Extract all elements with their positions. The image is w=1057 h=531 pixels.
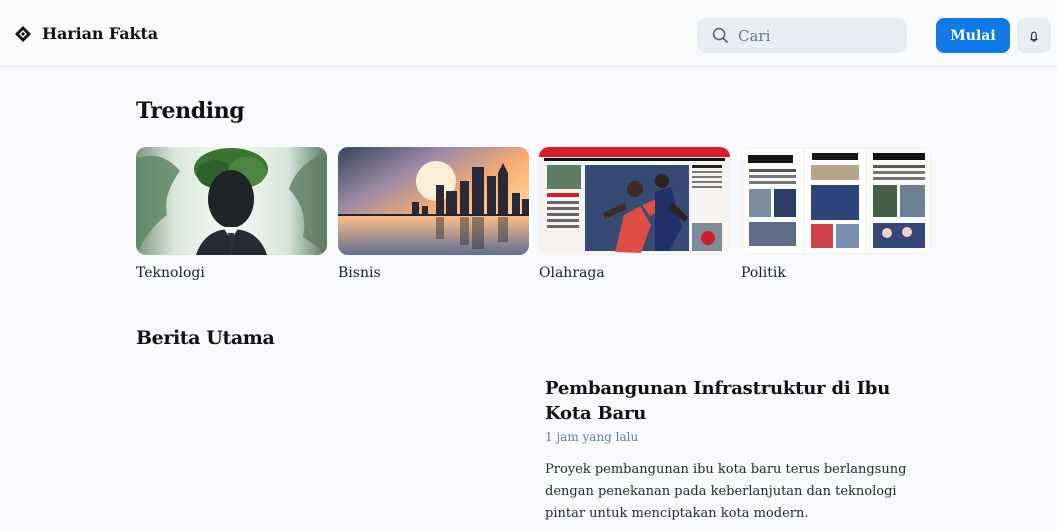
featured-story-summary: Proyek pembangunan ibu kota baru terus b… <box>545 462 907 521</box>
business-thumbnail <box>338 147 529 255</box>
bell-icon <box>1030 30 1038 42</box>
search-icon <box>712 27 729 44</box>
featured-story-time: 1 jam yang lalu <box>545 430 639 444</box>
start-button[interactable]: Mulai <box>936 18 1010 53</box>
trending-heading: Trending <box>136 98 245 124</box>
diamond-logo-icon <box>15 25 31 42</box>
trending-label-sports: Olahraga <box>539 265 605 281</box>
search-box[interactable] <box>697 18 907 53</box>
trending-label-business: Bisnis <box>338 265 381 281</box>
featured-story-title[interactable]: Pembangunan Infrastruktur di Ibu Kota Ba… <box>545 376 915 426</box>
trending-card-technology[interactable]: Teknologi <box>136 147 327 287</box>
technology-thumbnail <box>136 147 327 255</box>
sports-thumbnail <box>539 147 730 255</box>
main-news-heading: Berita Utama <box>136 327 275 349</box>
politics-thumbnail <box>741 147 932 255</box>
trending-card-business[interactable]: Bisnis <box>338 147 529 287</box>
brand-logo-link[interactable]: Harian Fakta <box>14 24 158 43</box>
notifications-button[interactable] <box>1017 18 1051 53</box>
trending-card-sports[interactable]: Olahraga <box>539 147 730 287</box>
trending-label-technology: Teknologi <box>136 265 205 281</box>
brand-title: Harian Fakta <box>42 24 159 43</box>
search-input[interactable] <box>738 26 888 45</box>
trending-label-politics: Politik <box>741 265 786 281</box>
trending-card-politics[interactable]: Politik <box>741 147 932 287</box>
top-navigation: Harian Fakta Mulai <box>0 0 1057 67</box>
